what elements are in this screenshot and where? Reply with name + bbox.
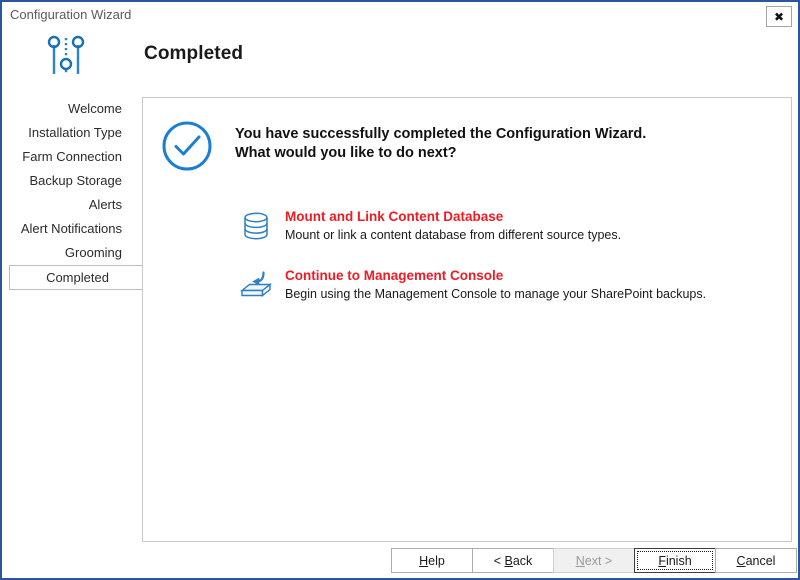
close-button[interactable]: ✖ xyxy=(766,6,792,27)
database-icon xyxy=(239,209,273,243)
next-button: Next > xyxy=(553,548,635,573)
inbox-arrow-icon xyxy=(239,268,273,302)
button-label: < Back xyxy=(493,553,533,568)
action-title[interactable]: Mount and Link Content Database xyxy=(285,208,621,225)
check-circle-icon xyxy=(161,120,213,172)
sidebar-item-alerts[interactable]: Alerts xyxy=(4,193,140,217)
sidebar-item-farm-connection[interactable]: Farm Connection xyxy=(4,145,140,169)
button-label: Next > xyxy=(575,553,613,568)
button-label: Finish xyxy=(658,553,692,568)
finish-button[interactable]: Finish xyxy=(634,548,716,573)
sidebar-item-backup-storage[interactable]: Backup Storage xyxy=(4,169,140,193)
action-description: Begin using the Management Console to ma… xyxy=(285,287,707,301)
cancel-button[interactable]: Cancel xyxy=(715,548,797,573)
sidebar-item-welcome[interactable]: Welcome xyxy=(4,97,140,121)
button-bar: Help < Back Next > Finish Cancel xyxy=(2,548,798,578)
next-action-list: Mount and Link Content Database Mount or… xyxy=(239,208,769,326)
wizard-sliders-icon xyxy=(42,32,92,82)
sidebar-item-completed[interactable]: Completed xyxy=(9,265,145,290)
action-title[interactable]: Continue to Management Console xyxy=(285,267,706,284)
window-title: Configuration Wizard xyxy=(10,7,132,22)
action-continue-to-management-console[interactable]: Continue to Management Console Begin usi… xyxy=(239,267,769,303)
close-icon: ✖ xyxy=(773,9,785,24)
success-message: You have successfully completed the Conf… xyxy=(235,125,646,163)
help-button[interactable]: Help xyxy=(391,548,473,573)
button-label: Cancel xyxy=(736,553,776,568)
configuration-wizard-window: Configuration Wizard ✖ Completed Welcome… xyxy=(0,0,800,580)
success-message-line2: What would you like to do next? xyxy=(235,145,457,161)
title-bar: Configuration Wizard ✖ xyxy=(2,2,798,30)
action-text-block: Mount and Link Content Database Mount or… xyxy=(285,208,621,244)
sidebar-item-installation-type[interactable]: Installation Type xyxy=(4,121,140,145)
success-message-row: You have successfully completed the Conf… xyxy=(161,120,646,172)
action-description: Mount or link a content database from di… xyxy=(285,228,622,242)
content-panel: You have successfully completed the Conf… xyxy=(142,97,792,542)
page-title: Completed xyxy=(144,43,244,64)
sidebar-item-alert-notifications[interactable]: Alert Notifications xyxy=(4,217,140,241)
back-button[interactable]: < Back xyxy=(472,548,554,573)
wizard-step-nav: Welcome Installation Type Farm Connectio… xyxy=(4,97,145,290)
action-mount-and-link-content-database[interactable]: Mount and Link Content Database Mount or… xyxy=(239,208,769,244)
action-text-block: Continue to Management Console Begin usi… xyxy=(285,267,706,303)
success-message-line1: You have successfully completed the Conf… xyxy=(235,126,647,142)
sidebar-item-grooming[interactable]: Grooming xyxy=(4,241,140,265)
button-label: Help xyxy=(419,553,445,568)
